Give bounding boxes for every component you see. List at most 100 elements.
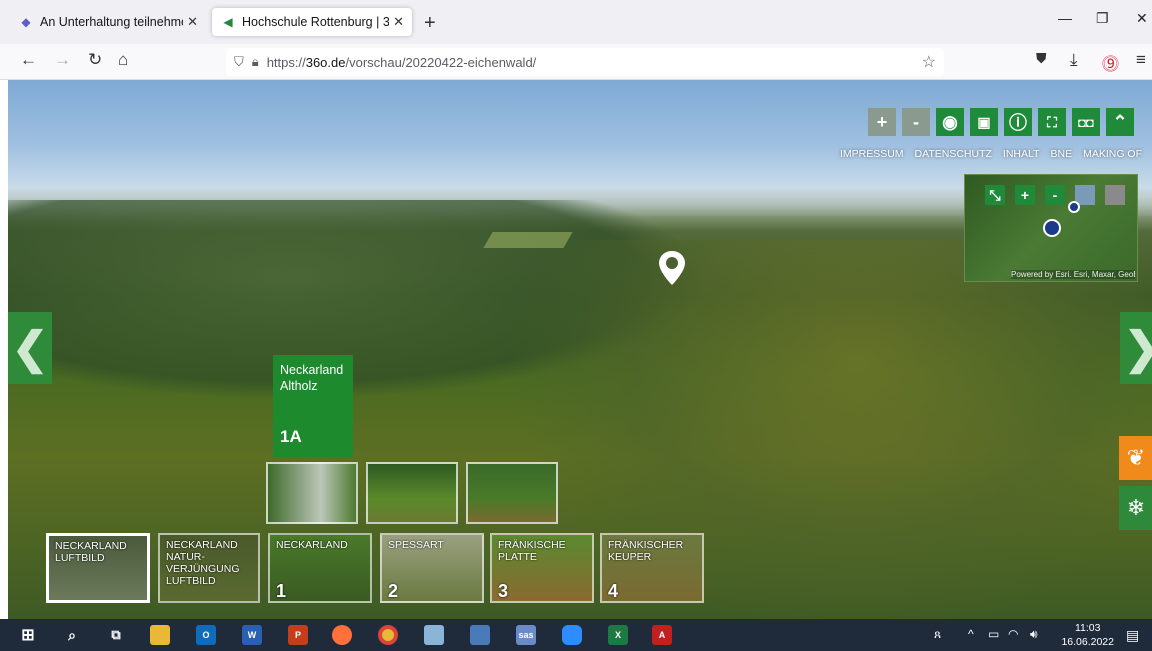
task-view-icon[interactable]: ⧉ (106, 625, 126, 645)
station-label: FRÄNKISCHE (498, 539, 566, 551)
menu-making-of[interactable]: MAKING OF (1083, 148, 1142, 160)
lock-icon: 🔒︎ (251, 54, 259, 69)
menu-inhalt[interactable]: INHALT (1003, 148, 1040, 160)
teams-icon: ◆ (21, 15, 31, 29)
pocket-icon[interactable]: ⛊ (1036, 50, 1047, 67)
navigation-bar: ← → ↻ ⌂ ⛉ 🔒︎ https://36o.de/vorschau/202… (0, 44, 1152, 80)
pano-menu: IMPRESSUM DATENSCHUTZ INHALT BNE MAKING … (840, 148, 1142, 160)
close-tab-icon[interactable]: ✕ (187, 14, 198, 30)
zoom-in-button[interactable]: + (868, 108, 896, 136)
back-button[interactable]: ← (20, 50, 37, 70)
station-label: SPESSART (388, 539, 444, 551)
home-button[interactable]: ⌂ (118, 50, 128, 70)
vr-icon[interactable]: ◘◘ (1072, 108, 1100, 136)
station-label: LUFTBILD (55, 552, 105, 564)
field (483, 232, 573, 248)
menu-bne[interactable]: BNE (1050, 148, 1072, 160)
shield-icon: ⛉ (234, 54, 244, 69)
leaf-icon: ◀ (223, 15, 233, 29)
station-neckarland-luftbild[interactable]: NECKARLAND LUFTBILD (46, 533, 150, 603)
station-label: NECKARLAND (276, 539, 348, 551)
previous-arrow-button[interactable]: ❮ (8, 312, 52, 384)
volume-icon[interactable]: 🔊︎ (1030, 627, 1038, 642)
notification-icon[interactable]: ▤ (1126, 627, 1139, 644)
url-path: /vorschau/20220422-eichenwald/ (345, 54, 537, 70)
station-number: 1 (276, 581, 287, 601)
menu-icon[interactable]: ≡ (1136, 50, 1146, 70)
sub-thumbnail[interactable] (466, 462, 558, 524)
zoom-out-button[interactable]: - (902, 108, 930, 136)
zoom-icon[interactable] (562, 625, 582, 645)
image-icon[interactable]: ▣ (970, 108, 998, 136)
station-fraenkischer-keuper[interactable]: FRÄNKISCHER KEUPER 4 (600, 533, 704, 603)
people-icon[interactable]: ጸ (934, 627, 941, 642)
url-bar[interactable]: ⛉ 🔒︎ https://36o.de/vorschau/20220422-ei… (226, 48, 944, 76)
fullscreen-icon[interactable]: ⛶ (1038, 108, 1066, 136)
minimize-button[interactable]: — (1058, 10, 1072, 26)
sub-thumbnail[interactable] (366, 462, 458, 524)
station-neckarland-naturverjuengung[interactable]: NECKARLAND NATUR- VERJÜNGUNG LUFTBILD (158, 533, 260, 603)
tab-teams[interactable]: ◆ An Unterhaltung teilnehmen ✕ (10, 8, 206, 36)
clock-time: 11:03 (1074, 622, 1101, 634)
minimap-zoom-in-button[interactable]: + (1015, 185, 1035, 205)
minimap-shrink-button[interactable]: ⤡ (985, 185, 1005, 205)
station-label: FRÄNKISCHER (608, 539, 684, 551)
minimap-position-marker[interactable] (1043, 219, 1061, 237)
snowflake-icon[interactable]: ❄ (1119, 486, 1152, 530)
acrobat-icon[interactable]: A (652, 625, 672, 645)
tab-hochschule[interactable]: ◀ Hochschule Rottenburg | 360°-F ✕ (212, 8, 412, 36)
file-explorer-icon[interactable] (150, 625, 170, 645)
globe-icon[interactable]: ◉ (936, 108, 964, 136)
windows-start-icon[interactable]: ⊞ (18, 625, 38, 645)
minimap-credit: Powered by Esri. Esri, Maxar, GeoEye (1011, 270, 1135, 279)
powerpoint-icon[interactable]: P (288, 625, 308, 645)
next-arrow-button[interactable]: ❯ (1120, 312, 1152, 384)
word-icon[interactable]: W (242, 625, 262, 645)
download-icon[interactable]: ⤓ (1070, 50, 1078, 70)
minimap-zoom-out-button[interactable]: - (1045, 185, 1065, 205)
station-fraenkische-platte[interactable]: FRÄNKISCHE PLATTE 3 (490, 533, 594, 603)
url-host: 36o.de (305, 54, 346, 70)
excel-icon[interactable]: X (608, 625, 628, 645)
chevron-up-icon[interactable]: ^ (968, 627, 974, 641)
url-prefix: https:// (266, 54, 306, 70)
restore-button[interactable]: ❐ (1096, 10, 1109, 27)
minimap[interactable]: ⤡ + - Powered by Esri. Esri, Maxar, GeoE… (964, 174, 1138, 282)
station-spessart[interactable]: SPESSART 2 (380, 533, 484, 603)
chevron-up-icon[interactable]: ⌃ (1106, 108, 1134, 136)
notepad-icon[interactable] (424, 625, 444, 645)
station-number: 3 (498, 581, 509, 601)
windows-taskbar: ⊞ ⌕ ⧉ O W P sas X A ጸ ^ ▭ ◠ 🔊︎ 11:03 16.… (0, 619, 1152, 651)
new-tab-button[interactable]: + (424, 12, 436, 35)
chrome-icon[interactable] (378, 625, 398, 645)
station-info-box[interactable]: Neckarland Altholz 1A (273, 355, 353, 457)
close-tab-icon[interactable]: ✕ (393, 14, 404, 30)
outlook-icon[interactable]: O (196, 625, 216, 645)
station-name-line1: Neckarland (280, 363, 344, 377)
station-neckarland[interactable]: NECKARLAND 1 (268, 533, 372, 603)
forward-button[interactable]: → (54, 50, 71, 70)
location-pin-icon[interactable] (658, 250, 686, 286)
search-icon[interactable]: ⌕ (62, 625, 82, 645)
minimap-layer-terrain[interactable] (1105, 185, 1125, 205)
app-icon[interactable] (470, 625, 490, 645)
firefox-icon[interactable] (332, 625, 352, 645)
panorama-viewport[interactable]: + - ◉ ▣ ⓘ ⛶ ◘◘ ⌃ IMPRESSUM DATENSCHUTZ I… (8, 80, 1152, 619)
autumn-leaf-icon[interactable]: ❦ (1119, 436, 1152, 480)
reload-button[interactable]: ↻ (88, 50, 102, 70)
sub-thumbnail[interactable] (266, 462, 358, 524)
menu-impressum[interactable]: IMPRESSUM (840, 148, 904, 160)
minimap-marker[interactable] (1068, 201, 1080, 213)
bookmark-star-icon[interactable]: ☆ (922, 52, 936, 72)
close-window-button[interactable]: ✕ (1136, 10, 1148, 27)
station-name-line2: Altholz (280, 379, 318, 393)
sas-icon[interactable]: sas (516, 625, 536, 645)
menu-datenschutz[interactable]: DATENSCHUTZ (915, 148, 992, 160)
station-label: NECKARLAND (166, 539, 238, 551)
system-clock[interactable]: 11:03 16.06.2022 (1061, 621, 1114, 649)
wifi-icon[interactable]: ◠ (1008, 627, 1018, 641)
pano-controls: + - ◉ ▣ ⓘ ⛶ ◘◘ ⌃ (868, 108, 1134, 136)
info-icon[interactable]: ⓘ (1004, 108, 1032, 136)
extension-icon[interactable]: ⓽ (1102, 50, 1119, 75)
network-icon[interactable]: ▭ (988, 627, 999, 641)
